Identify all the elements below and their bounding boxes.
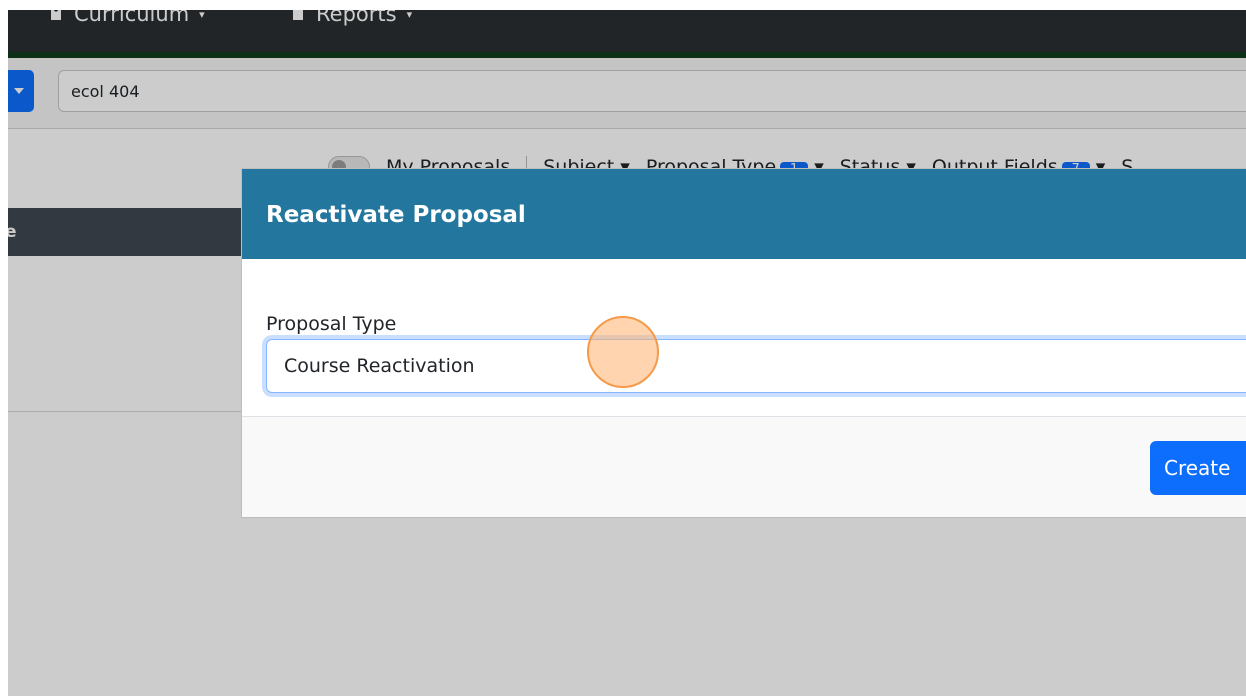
proposal-type-label: Proposal Type — [266, 313, 397, 335]
modal-header: Reactivate Proposal — [242, 169, 1246, 259]
click-indicator — [587, 316, 659, 388]
modal-footer: Create — [242, 417, 1246, 517]
modal-title: Reactivate Proposal — [266, 202, 526, 228]
create-button[interactable]: Create — [1150, 441, 1246, 495]
proposal-type-select[interactable]: Course Reactivation — [266, 339, 1246, 393]
app-viewport: Curriculum ▾ Reports ▾ My Proposals Subj… — [8, 10, 1246, 696]
reactivate-proposal-modal: Reactivate Proposal Proposal Type Course… — [241, 168, 1246, 518]
modal-body: Proposal Type Course Reactivation — [242, 259, 1246, 417]
proposal-type-selected-value: Course Reactivation — [284, 355, 475, 377]
